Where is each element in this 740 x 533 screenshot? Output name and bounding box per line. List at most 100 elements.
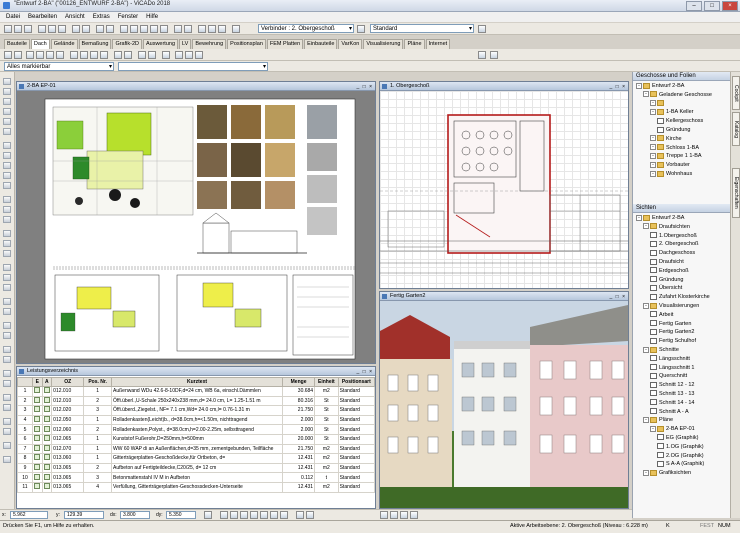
style-apply-icon[interactable] — [490, 51, 498, 59]
tree-item[interactable]: Draufsicht — [633, 258, 731, 267]
checkbox[interactable] — [34, 454, 41, 461]
table-row[interactable]: 5 012.060 2 Rolladenkasten,Polyst., d=38.0c… — [17, 424, 375, 435]
col-header-e[interactable]: E — [31, 377, 43, 387]
expand-icon[interactable]: − — [643, 416, 649, 423]
menu-extras[interactable]: Extras — [93, 14, 110, 20]
checkbox[interactable] — [43, 416, 50, 423]
layer-tool-icon[interactable] — [3, 370, 11, 377]
row-a-check[interactable] — [41, 414, 53, 426]
layer-settings-icon[interactable] — [357, 25, 365, 33]
polyline-tool-icon[interactable] — [3, 98, 11, 105]
sub-filter-combo[interactable] — [118, 62, 268, 71]
style-pick-icon[interactable] — [478, 51, 486, 59]
expand-icon[interactable]: − — [643, 469, 649, 476]
checkbox[interactable] — [34, 445, 41, 451]
checkbox[interactable] — [43, 406, 50, 413]
style-combo[interactable]: Standard — [370, 24, 474, 33]
view-mode-2-icon[interactable] — [390, 511, 398, 519]
row-e-check[interactable] — [31, 395, 43, 407]
row-e-check[interactable] — [31, 462, 43, 474]
table-row[interactable]: 7 012.070 1 WW 60 WAP di an Außenflächen,d=… — [17, 443, 375, 455]
checkbox[interactable] — [43, 473, 50, 480]
checkbox[interactable] — [43, 387, 50, 394]
opening-tool-icon[interactable] — [3, 182, 11, 189]
tree-item[interactable]: − Pläne — [633, 416, 731, 425]
col-header-positionsart[interactable]: Positionsart — [337, 377, 375, 387]
tab-einbauteile[interactable]: Einbauteile — [304, 39, 338, 49]
tree-item[interactable]: − Visualisierungen — [633, 302, 731, 311]
checkbox[interactable] — [34, 473, 41, 480]
info-tool-icon[interactable] — [3, 456, 11, 463]
checkbox[interactable] — [43, 445, 50, 451]
expand-icon[interactable]: − — [650, 161, 656, 168]
tab-visualisierung[interactable]: Visualisierung — [363, 39, 404, 49]
minimize-button[interactable]: – — [686, 1, 702, 11]
measure-icon[interactable] — [114, 51, 122, 59]
cut-icon[interactable] — [38, 25, 46, 33]
column-tool-icon[interactable] — [3, 152, 11, 159]
expand-icon[interactable]: − — [650, 100, 656, 107]
stair-tool-icon[interactable] — [3, 216, 11, 223]
print-icon[interactable] — [96, 25, 104, 33]
plan-sheet-window[interactable]: 2-BA EP-01 _ □ × — [16, 81, 376, 364]
expand-icon[interactable]: − — [650, 170, 656, 177]
snap-intersection-icon[interactable] — [260, 511, 268, 519]
circle-tool-icon[interactable] — [3, 118, 11, 125]
expand-icon[interactable]: − — [643, 91, 649, 98]
group-tool-icon[interactable] — [3, 380, 11, 387]
trim-tool-icon[interactable] — [3, 418, 11, 425]
col-header-menge[interactable]: Menge — [282, 377, 316, 387]
row-e-check[interactable] — [31, 414, 43, 426]
camera-tool-icon[interactable] — [3, 284, 11, 291]
terrain-tool-icon[interactable] — [3, 322, 11, 329]
row-a-check[interactable] — [41, 395, 53, 407]
tree-item[interactable]: Kellergeschoss — [633, 117, 731, 126]
snap-perp-icon[interactable] — [270, 511, 278, 519]
menu-ansicht[interactable]: Ansicht — [65, 14, 85, 20]
row-a-check[interactable] — [41, 453, 53, 464]
layer-lock-icon[interactable] — [148, 51, 156, 59]
tree-item[interactable]: Gründung — [633, 126, 731, 135]
window-cascade-icon[interactable] — [208, 25, 216, 33]
color-icon[interactable] — [195, 51, 203, 59]
row-a-check[interactable] — [41, 472, 53, 483]
table-row[interactable]: 9 013.065 2 Aufbeton auf Fertigteildecke,C2… — [17, 462, 375, 474]
col-header-oz[interactable]: OZ — [51, 377, 85, 387]
zoom-window-icon[interactable] — [140, 25, 148, 33]
row-e-check[interactable] — [31, 405, 43, 416]
checkbox[interactable] — [43, 425, 50, 432]
checkbox[interactable] — [34, 464, 41, 471]
undo-icon[interactable] — [72, 25, 80, 33]
tab-katalog[interactable]: Katalog — [732, 112, 740, 146]
table-row[interactable]: 6 012.065 1 Kunststof Fußerohr,D=250mm,h=50… — [17, 433, 375, 445]
save-icon[interactable] — [24, 25, 32, 33]
tree-item[interactable]: − Schnitte — [633, 346, 731, 355]
tree-item[interactable]: Übersicht — [633, 284, 731, 293]
offset-tool-icon[interactable] — [3, 442, 11, 449]
copy-icon[interactable] — [48, 25, 56, 33]
row-e-check[interactable] — [31, 424, 43, 435]
section-tool-icon[interactable] — [3, 274, 11, 281]
tree-item[interactable]: − — [633, 100, 731, 109]
zoom-all-icon[interactable] — [150, 25, 158, 33]
tree-item[interactable]: Längsschnitt 1 — [633, 364, 731, 373]
row-e-check[interactable] — [31, 453, 43, 464]
checkbox[interactable] — [34, 416, 41, 423]
tree-item[interactable]: Dachgeschoss — [633, 249, 731, 258]
hatch-tool-icon[interactable] — [3, 250, 11, 257]
line-tool-icon[interactable] — [3, 88, 11, 95]
room-tool-icon[interactable] — [3, 298, 11, 305]
tab-auswertung[interactable]: Auswertung — [142, 39, 179, 49]
checkbox[interactable] — [34, 435, 41, 442]
text-tool-icon[interactable] — [3, 230, 11, 237]
row-e-check[interactable] — [31, 433, 43, 445]
mirror-icon[interactable] — [90, 51, 98, 59]
tree-item[interactable]: Längsschnitt — [633, 355, 731, 364]
angle-icon[interactable] — [306, 511, 314, 519]
filter-combo[interactable]: Alles markierbar — [4, 62, 114, 71]
zoom-in-icon[interactable] — [120, 25, 128, 33]
tree-item[interactable]: 2.OG (Graphik) — [633, 452, 731, 461]
checkbox[interactable] — [34, 425, 41, 432]
table-row[interactable]: 4 012.050 1 Rolladenkasten(Leicht)b., d=38.… — [17, 414, 375, 426]
tree-item[interactable]: Schnitt 12 - 12 — [633, 381, 731, 390]
